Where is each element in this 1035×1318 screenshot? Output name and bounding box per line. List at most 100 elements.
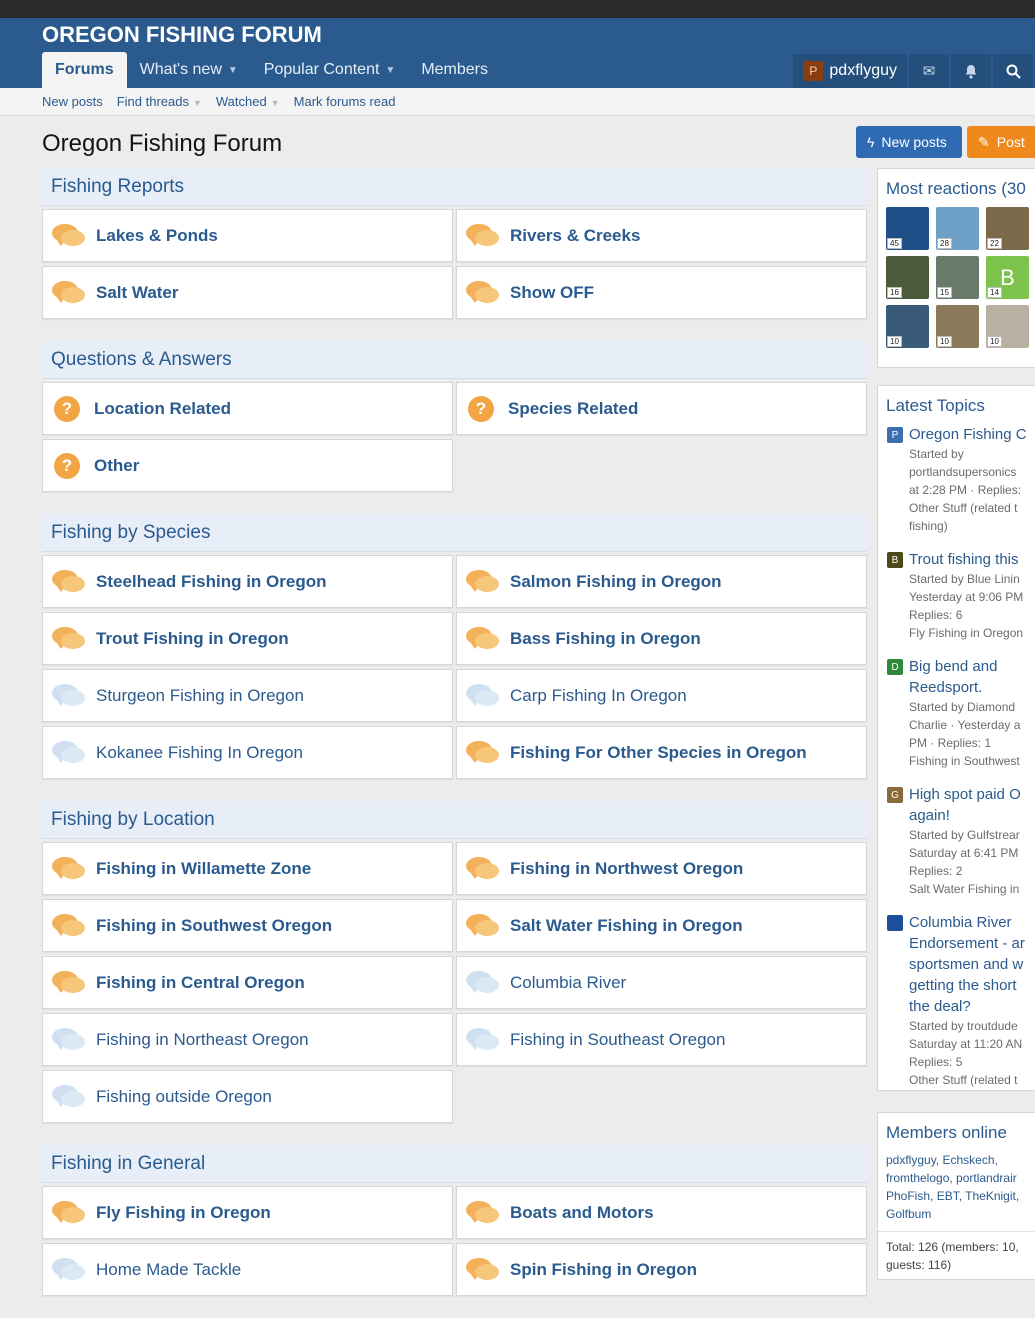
- subnav-watched[interactable]: Watched ▼: [216, 94, 280, 109]
- forum-node-label[interactable]: Fly Fishing in Oregon: [96, 1203, 271, 1223]
- category-header[interactable]: Questions & Answers: [42, 341, 867, 379]
- subnav-new-posts[interactable]: New posts: [42, 94, 103, 109]
- forum-node-label[interactable]: Home Made Tackle: [96, 1260, 241, 1280]
- forum-node-label[interactable]: Fishing in Northwest Oregon: [510, 859, 743, 879]
- bell-icon[interactable]: [951, 54, 991, 88]
- forum-node-fishing-in-willamette-zone[interactable]: Fishing in Willamette Zone: [42, 842, 453, 895]
- forum-node-label[interactable]: Sturgeon Fishing in Oregon: [96, 686, 304, 706]
- topic-title-link[interactable]: High spot paid O again!: [909, 784, 1030, 826]
- avatar[interactable]: P: [887, 427, 903, 443]
- most-reactions-title[interactable]: Most reactions (30: [878, 169, 1035, 207]
- forum-node-label[interactable]: Fishing in Northeast Oregon: [96, 1030, 309, 1050]
- members-online-title[interactable]: Members online: [878, 1113, 1035, 1151]
- category-header[interactable]: Fishing by Species: [42, 514, 867, 552]
- chevron-down-icon[interactable]: ▼: [385, 65, 395, 76]
- forum-node-salt-water-fishing-in-oregon[interactable]: Salt Water Fishing in Oregon: [456, 899, 867, 952]
- forum-node-label[interactable]: Fishing For Other Species in Oregon: [510, 743, 807, 763]
- site-logo[interactable]: OREGON FISHING FORUM: [42, 22, 322, 48]
- tab-whats-new[interactable]: What's new ▼: [127, 52, 251, 88]
- forum-node-lakes-ponds[interactable]: Lakes & Ponds: [42, 209, 453, 262]
- avatar[interactable]: B: [887, 552, 903, 568]
- avatar[interactable]: 16: [886, 256, 929, 299]
- avatar[interactable]: B 14: [986, 256, 1029, 299]
- new-posts-button[interactable]: ϟ New posts: [856, 126, 962, 158]
- forum-node-fishing-in-northeast-oregon[interactable]: Fishing in Northeast Oregon: [42, 1013, 453, 1066]
- forum-node-fly-fishing-in-oregon[interactable]: Fly Fishing in Oregon: [42, 1186, 453, 1239]
- forum-node-kokanee-fishing-in-oregon[interactable]: Kokanee Fishing In Oregon: [42, 726, 453, 779]
- forum-node-label[interactable]: Salt Water: [96, 283, 179, 303]
- tab-members[interactable]: Members: [408, 52, 501, 88]
- forum-node-boats-and-motors[interactable]: Boats and Motors: [456, 1186, 867, 1239]
- avatar[interactable]: 15: [936, 256, 979, 299]
- category-header[interactable]: Fishing in General: [42, 1145, 867, 1183]
- forum-node-label[interactable]: Columbia River: [510, 973, 626, 993]
- tab-forums[interactable]: Forums: [42, 52, 127, 88]
- forum-node-label[interactable]: Salt Water Fishing in Oregon: [510, 916, 743, 936]
- forum-node-label[interactable]: Bass Fishing in Oregon: [510, 629, 701, 649]
- forum-node-trout-fishing-in-oregon[interactable]: Trout Fishing in Oregon: [42, 612, 453, 665]
- subnav-mark-forums-read[interactable]: Mark forums read: [294, 94, 396, 109]
- forum-node-spin-fishing-in-oregon[interactable]: Spin Fishing in Oregon: [456, 1243, 867, 1296]
- avatar[interactable]: [887, 915, 903, 931]
- topic-title-link[interactable]: Big bend and Reedsport.: [909, 656, 1030, 698]
- user-menu[interactable]: P pdxflyguy: [793, 54, 907, 88]
- forum-node-label[interactable]: Kokanee Fishing In Oregon: [96, 743, 303, 763]
- category-header[interactable]: Fishing Reports: [42, 168, 867, 206]
- forum-node-sturgeon-fishing-in-oregon[interactable]: Sturgeon Fishing in Oregon: [42, 669, 453, 722]
- envelope-icon[interactable]: ✉: [909, 54, 949, 88]
- forum-node-label[interactable]: Fishing in Willamette Zone: [96, 859, 311, 879]
- forum-node-fishing-in-central-oregon[interactable]: Fishing in Central Oregon: [42, 956, 453, 1009]
- forum-node-label[interactable]: Fishing in Central Oregon: [96, 973, 305, 993]
- forum-node-fishing-for-other-species-in-oregon[interactable]: Fishing For Other Species in Oregon: [456, 726, 867, 779]
- forum-node-rivers-creeks[interactable]: Rivers & Creeks: [456, 209, 867, 262]
- forum-node-show-off[interactable]: Show OFF: [456, 266, 867, 319]
- post-thread-button[interactable]: ✎ Post: [967, 126, 1035, 158]
- category-header[interactable]: Fishing by Location: [42, 801, 867, 839]
- forum-node-species-related[interactable]: ? Species Related: [456, 382, 867, 435]
- forum-node-steelhead-fishing-in-oregon[interactable]: Steelhead Fishing in Oregon: [42, 555, 453, 608]
- avatar[interactable]: 10: [986, 305, 1029, 348]
- avatar[interactable]: G: [887, 787, 903, 803]
- forum-node-label[interactable]: Other: [94, 456, 139, 476]
- forum-node-salt-water[interactable]: Salt Water: [42, 266, 453, 319]
- forum-node-carp-fishing-in-oregon[interactable]: Carp Fishing In Oregon: [456, 669, 867, 722]
- forum-node-fishing-in-southeast-oregon[interactable]: Fishing in Southeast Oregon: [456, 1013, 867, 1066]
- forum-node-fishing-in-northwest-oregon[interactable]: Fishing in Northwest Oregon: [456, 842, 867, 895]
- avatar[interactable]: 10: [886, 305, 929, 348]
- topic-title-link[interactable]: Columbia River Endorsement - ar sportsme…: [909, 912, 1030, 1017]
- chevron-down-icon[interactable]: ▼: [271, 98, 280, 108]
- forum-node-label[interactable]: Fishing outside Oregon: [96, 1087, 272, 1107]
- forum-node-fishing-outside-oregon[interactable]: Fishing outside Oregon: [42, 1070, 453, 1123]
- forum-node-label[interactable]: Rivers & Creeks: [510, 226, 640, 246]
- forum-node-home-made-tackle[interactable]: Home Made Tackle: [42, 1243, 453, 1296]
- forum-node-columbia-river[interactable]: Columbia River: [456, 956, 867, 1009]
- forum-node-location-related[interactable]: ? Location Related: [42, 382, 453, 435]
- forum-node-label[interactable]: Steelhead Fishing in Oregon: [96, 572, 326, 592]
- topic-title-link[interactable]: Oregon Fishing C: [909, 424, 1027, 445]
- forum-node-label[interactable]: Trout Fishing in Oregon: [96, 629, 289, 649]
- forum-node-bass-fishing-in-oregon[interactable]: Bass Fishing in Oregon: [456, 612, 867, 665]
- forum-node-label[interactable]: Fishing in Southeast Oregon: [510, 1030, 725, 1050]
- forum-node-label[interactable]: Lakes & Ponds: [96, 226, 218, 246]
- forum-node-label[interactable]: Species Related: [508, 399, 638, 419]
- forum-node-label[interactable]: Salmon Fishing in Oregon: [510, 572, 722, 592]
- forum-node-fishing-in-southwest-oregon[interactable]: Fishing in Southwest Oregon: [42, 899, 453, 952]
- forum-node-label[interactable]: Show OFF: [510, 283, 594, 303]
- avatar[interactable]: 22: [986, 207, 1029, 250]
- chevron-down-icon[interactable]: ▼: [228, 65, 238, 76]
- avatar[interactable]: 45: [886, 207, 929, 250]
- forum-node-label[interactable]: Location Related: [94, 399, 231, 419]
- avatar[interactable]: 10: [936, 305, 979, 348]
- forum-node-label[interactable]: Boats and Motors: [510, 1203, 654, 1223]
- search-icon[interactable]: [993, 54, 1033, 88]
- avatar[interactable]: 28: [936, 207, 979, 250]
- topic-title-link[interactable]: Trout fishing this: [909, 549, 1023, 570]
- chevron-down-icon[interactable]: ▼: [193, 98, 202, 108]
- forum-node-other[interactable]: ? Other: [42, 439, 453, 492]
- forum-node-salmon-fishing-in-oregon[interactable]: Salmon Fishing in Oregon: [456, 555, 867, 608]
- latest-topics-title[interactable]: Latest Topics: [878, 386, 1035, 424]
- avatar[interactable]: D: [887, 659, 903, 675]
- tab-popular-content[interactable]: Popular Content ▼: [251, 52, 409, 88]
- subnav-find-threads[interactable]: Find threads ▼: [117, 94, 202, 109]
- forum-node-label[interactable]: Spin Fishing in Oregon: [510, 1260, 697, 1280]
